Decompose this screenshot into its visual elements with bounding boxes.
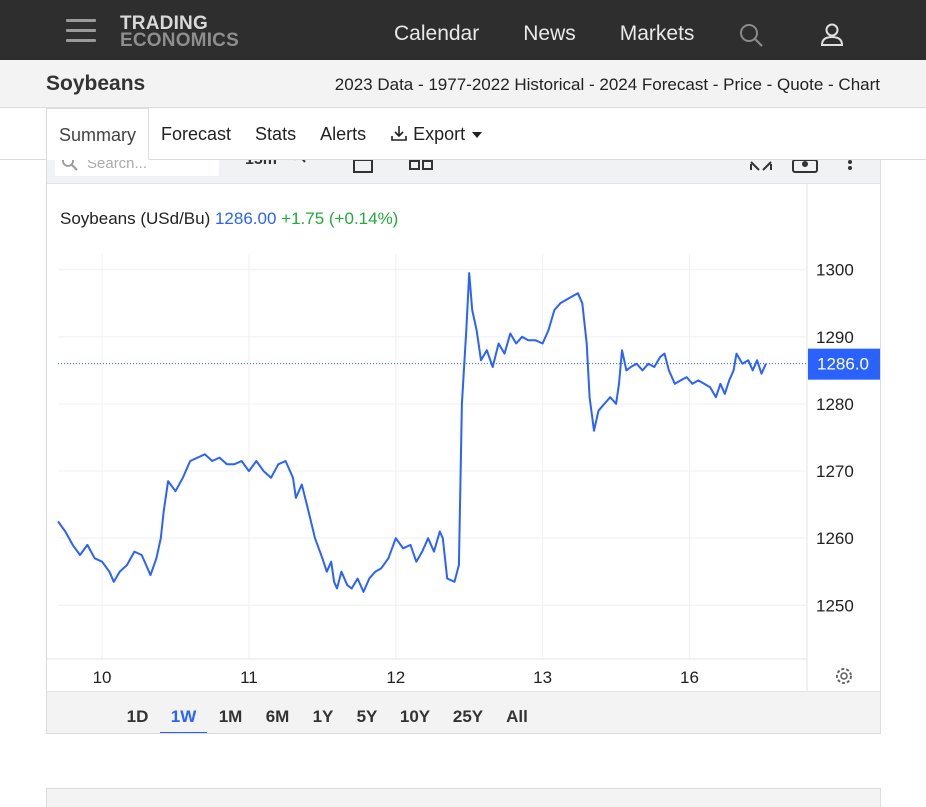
main-nav: Calendar News Markets [394, 22, 738, 46]
tabs-bar: Summary Forecast Stats Alerts Export [0, 108, 926, 160]
page-subtitle-links[interactable]: 2023 Data - 1977-2022 Historical - 2024 … [335, 75, 880, 95]
site-logo[interactable]: TRADING ECONOMICS [120, 14, 239, 51]
range-button-1m[interactable]: 1M [207, 692, 254, 733]
x-tick-label: 11 [240, 668, 258, 687]
legend-change: +1.75 (+0.14%) [281, 209, 398, 228]
tab-export[interactable]: Export [378, 108, 494, 160]
search-icon [62, 160, 78, 171]
chart-legend: Soybeans (USd/Bu) 1286.00 +1.75 (+0.14%) [60, 209, 398, 228]
y-tick-label: 1260 [816, 529, 854, 548]
legend-symbol: Soybeans (USd/Bu) [60, 209, 215, 228]
layout-grid-icon[interactable] [409, 160, 433, 174]
tab-summary[interactable]: Summary [46, 108, 150, 160]
x-tick-label: 13 [533, 668, 552, 687]
hamburger-menu-icon[interactable] [66, 19, 96, 43]
chevron-down-icon [472, 132, 483, 139]
tab-forecast[interactable]: Forecast [149, 108, 243, 160]
search-icon[interactable] [738, 22, 764, 53]
logo-line2: ECONOMICS [120, 30, 239, 51]
interval-selector[interactable]: 15m [245, 160, 307, 169]
x-tick-label: 16 [680, 668, 699, 687]
nav-calendar-link[interactable]: Calendar [394, 22, 479, 46]
x-tick-label: 12 [386, 668, 405, 687]
range-button-10y[interactable]: 10Y [389, 692, 441, 733]
nav-news-link[interactable]: News [523, 22, 576, 46]
range-button-all[interactable]: All [495, 692, 539, 733]
y-tick-label: 1280 [816, 395, 854, 414]
screenshot-icon[interactable] [791, 160, 819, 174]
title-bar: Soybeans 2023 Data - 1977-2022 Historica… [0, 60, 926, 108]
nav-markets-link[interactable]: Markets [620, 22, 695, 46]
y-tick-label: 1300 [816, 261, 854, 280]
range-button-6m[interactable]: 6M [254, 692, 301, 733]
tab-stats[interactable]: Stats [243, 108, 308, 160]
settings-gear-icon[interactable] [836, 668, 852, 684]
chart-toolbar: Search... 15m [47, 160, 880, 184]
range-bar: 1D 1W 1M 6M 1Y 5Y 10Y 25Y All [47, 691, 880, 733]
range-button-1d[interactable]: 1D [115, 692, 160, 733]
last-price-label: 1286.0 [817, 355, 869, 374]
y-tick-label: 1250 [816, 596, 854, 615]
export-label: Export [413, 124, 466, 144]
range-button-1w[interactable]: 1W [160, 692, 207, 733]
search-placeholder: Search... [87, 160, 148, 172]
tabs: Summary Forecast Stats Alerts Export [46, 108, 494, 160]
fullscreen-icon[interactable] [749, 160, 773, 174]
y-tick-label: 1270 [816, 462, 854, 481]
x-tick-label: 10 [93, 668, 112, 687]
indicator-icon [295, 160, 307, 163]
price-series-line [57, 272, 767, 593]
range-button-5y[interactable]: 5Y [345, 692, 389, 733]
more-options-icon[interactable] [845, 160, 855, 174]
range-buttons: 1D 1W 1M 6M 1Y 5Y 10Y 25Y All [115, 692, 539, 733]
symbol-search-input[interactable]: Search... [55, 160, 219, 176]
calendar-icon[interactable] [352, 160, 374, 174]
price-chart[interactable]: 1300 1290 1280 1270 1260 1250 10 11 12 13 16 1286.0… [47, 184, 881, 691]
range-button-1y[interactable]: 1Y [301, 692, 345, 733]
interval-label: 15m [245, 160, 277, 168]
chart-panel: Search... 15m 1300 1290 1280 1270 1260 1250 10… [46, 160, 881, 734]
y-tick-label: 1290 [816, 328, 854, 347]
user-icon[interactable] [820, 22, 844, 53]
top-navbar: TRADING ECONOMICS Calendar News Markets [0, 0, 926, 60]
tab-alerts[interactable]: Alerts [308, 108, 378, 160]
range-button-25y[interactable]: 25Y [441, 692, 495, 733]
page-title: Soybeans [46, 72, 146, 95]
prices-table-header [46, 788, 881, 807]
legend-price: 1286.00 [215, 209, 281, 228]
download-icon [391, 126, 407, 141]
